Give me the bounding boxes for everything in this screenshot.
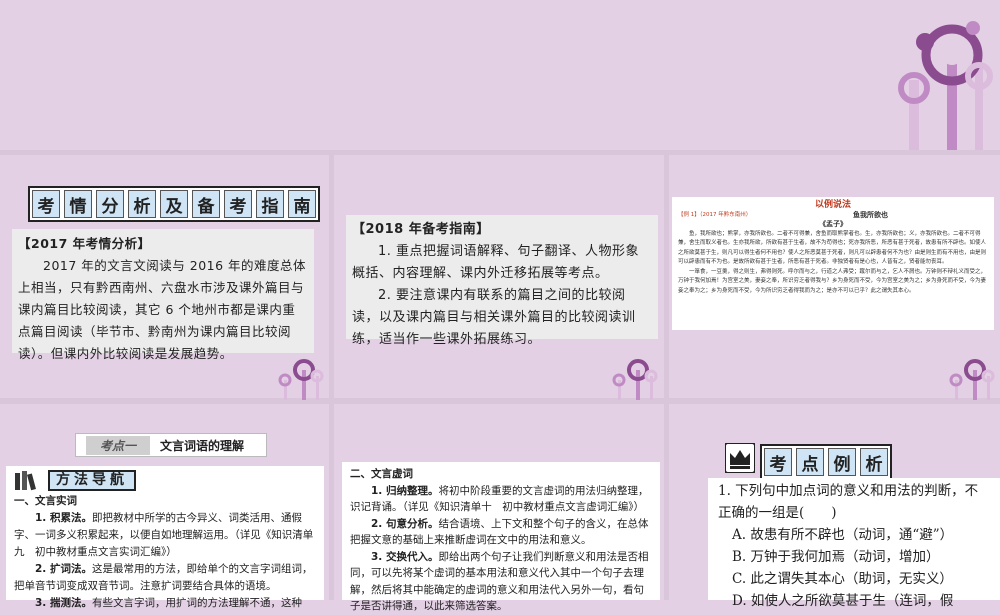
exam-analysis-text: 2017 年的文言文阅读与 2016 年的难度总体上相当，只有黔西南州、六盘水市… [18, 258, 307, 361]
prep-guide-point-1: 1. 重点把握词语解释、句子翻译、人物形象概括、内容理解、课内外迁移拓展等考点。 [352, 244, 640, 281]
flower-decoration-icon [278, 359, 324, 400]
title-char: 考 [224, 190, 252, 218]
top-banner [0, 0, 1000, 152]
flower-decoration-icon [949, 359, 995, 400]
prep-guide-point-2: 2. 要注意课内有联系的篇目之间的比较阅读，以及课内篇目与相关课外篇目的比较阅读… [352, 288, 636, 347]
example-source-tag: 【例 1】（2017 年黔东南州） 鱼我所欲也 [678, 211, 988, 221]
title-char: 析 [128, 190, 156, 218]
method-item-label: 1. 归纳整理。 [371, 484, 439, 497]
flower-decoration-icon [898, 21, 993, 150]
panel6-title-banner: 考 点 例 析 [760, 444, 892, 480]
exam-analysis-heading: 【2017 年考情分析】 [18, 236, 151, 251]
method-item-label: 3. 交换代入。 [371, 550, 439, 563]
crown-icon [725, 443, 755, 473]
title-char: 南 [288, 190, 316, 218]
section-heading: 一、文言实词 [14, 495, 77, 507]
example-title: 鱼我所欲也 [853, 210, 888, 219]
title-char: 指 [256, 190, 284, 218]
method-item: 3. 交换代入。即给出两个句子让我们判断意义和用法是否相同，可以先将某个虚词的基… [350, 549, 652, 615]
method-item-label: 2. 句意分析。 [371, 517, 439, 530]
method-item: 1. 积累法。即把教材中所学的古今异义、词类活用、通假字、一词多义积累起来，以便… [14, 510, 316, 561]
title-char: 情 [64, 190, 92, 218]
exam-point-heading: 考点一 文言词语的理解 [75, 433, 267, 457]
function-words-box: 二、文言虚词 1. 归纳整理。将初中阶段重要的文言虚词的用法归纳整理，识记背诵。… [342, 462, 660, 612]
prep-guide-box: 【2018 年备考指南】 1. 重点把握词语解释、句子翻译、人物形象概括、内容理… [346, 215, 658, 347]
method-guide-box: 方法导航 一、文言实词 1. 积累法。即把教材中所学的古今异义、词类活用、通假字… [6, 466, 324, 609]
method-item-text: 有些文言字词，用扩词的方法理解不通，这种 [91, 597, 302, 609]
answer-option-b: B. 万钟于我何加焉（动词，增加） [732, 549, 940, 565]
answer-option-a: A. 故患有所不辟也（动词，通“避”） [732, 527, 954, 543]
section-heading: 二、文言虚词 [350, 468, 413, 480]
answer-option-c: C. 此之谓失其本心（助词，无实义） [732, 571, 953, 587]
prep-guide-heading: 【2018 年备考指南】 [352, 222, 490, 237]
flower-decoration-icon [612, 359, 658, 400]
grid-line [664, 150, 669, 600]
grid-line [329, 150, 334, 600]
grid-line [0, 150, 1000, 155]
method-item: 1. 归纳整理。将初中阶段重要的文言虚词的用法归纳整理，识记背诵。（详见《知识清… [350, 483, 652, 516]
exam-point-title: 文言词语的理解 [160, 438, 245, 453]
panel1-title-banner: 考 情 分 析 及 备 考 指 南 [28, 186, 320, 222]
method-guide-header: 方法导航 [14, 470, 316, 491]
title-char: 考 [764, 448, 792, 476]
example-paragraph-1: 鱼，我所欲也；熊掌，亦我所欲也。二者不可得兼，舍鱼而取熊掌者也。生，亦我所欲也；… [678, 230, 987, 266]
title-char: 例 [828, 448, 856, 476]
method-item: 2. 句意分析。结合语境、上下文和整个句子的含义，在总体把握文意的基础上来推断虚… [350, 516, 652, 549]
title-char: 备 [192, 190, 220, 218]
exam-analysis-box: 【2017 年考情分析】 2017 年的文言文阅读与 2016 年的难度总体上相… [12, 229, 314, 361]
question-text: 1. 下列句中加点词的意义和用法的判断，不正确的一组是( ) [718, 483, 979, 521]
method-item-label: 2. 扩词法。 [35, 563, 92, 575]
grid-line [0, 398, 1000, 404]
example-badge: 以例说法 [814, 200, 851, 210]
exam-question-box: 1. 下列句中加点词的意义和用法的判断，不正确的一组是( ) A. 故患有所不辟… [708, 478, 1000, 609]
example-document: 以例说法 【例 1】（2017 年黔东南州） 鱼我所欲也 《孟子》 鱼，我所欲也… [672, 197, 994, 330]
title-char: 点 [796, 448, 824, 476]
method-item: 2. 扩词法。这是最常用的方法，即给单个的文言字词组词，把单音节词变成双音节词。… [14, 561, 316, 595]
title-char: 及 [160, 190, 188, 218]
title-char: 分 [96, 190, 124, 218]
answer-option-d: D. 如使人之所欲莫甚于生（连词，假 [732, 593, 954, 609]
title-char: 析 [860, 448, 888, 476]
method-item-label: 3. 揣测法。 [35, 597, 92, 609]
method-item: 3. 揣测法。有些文言字词，用扩词的方法理解不通，这种 [14, 595, 316, 612]
books-icon [15, 470, 36, 490]
exam-point-tag: 考点一 [86, 435, 151, 455]
title-char: 考 [32, 190, 60, 218]
example-paragraph-2: 一箪食，一豆羹，得之则生，弗得则死。呼尔而与之，行道之人弗受；蹴尔而与之，乞人不… [678, 268, 987, 294]
example-author: 《孟子》 [819, 220, 847, 228]
method-item-label: 1. 积累法。 [35, 512, 92, 524]
method-guide-title: 方法导航 [48, 470, 136, 491]
example-tag: 【例 1】（2017 年黔东南州） [678, 211, 752, 218]
